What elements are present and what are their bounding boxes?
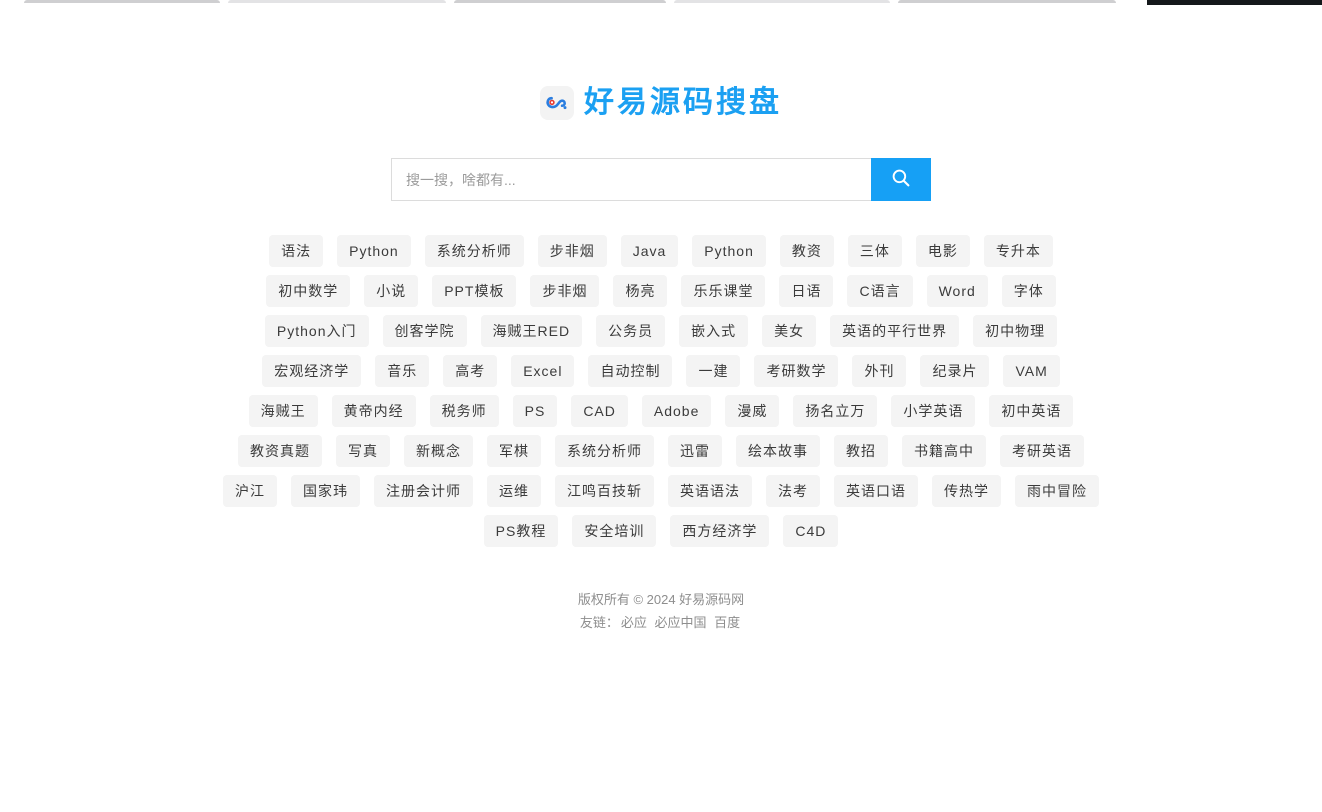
tag-row: PS教程 安全培训 西方经济学 C4D: [483, 515, 839, 547]
search-button[interactable]: [871, 158, 931, 201]
hot-keyword-tag[interactable]: 外刊: [852, 355, 907, 387]
tag-row: 宏观经济学 音乐 高考 Excel 自动控制 一建 考研数学 外刊 纪录片 VAM: [262, 355, 1060, 387]
hot-keyword-tag[interactable]: 小学英语: [891, 395, 976, 427]
hot-keyword-tag[interactable]: 公务员: [596, 315, 666, 347]
baidu-cloud-paw-icon: [540, 86, 574, 120]
hot-keyword-tag[interactable]: VAM: [1003, 355, 1060, 387]
hot-keyword-tag[interactable]: 海贼王RED: [480, 315, 583, 347]
hot-keyword-tag[interactable]: Word: [926, 275, 988, 307]
copyright-text: 版权所有 © 2024 好易源码网: [577, 592, 745, 607]
hot-keyword-tag[interactable]: 黄帝内经: [331, 395, 416, 427]
hot-keyword-tag[interactable]: 西方经济学: [670, 515, 770, 547]
tag-row: 初中数学 小说 PPT模板 步非烟 杨亮 乐乐课堂 日语 C语言 Word 字体: [266, 275, 1056, 307]
hot-keyword-tag[interactable]: 税务师: [429, 395, 499, 427]
hot-keyword-tag[interactable]: 专升本: [983, 235, 1053, 267]
hot-keyword-tag[interactable]: PS教程: [483, 515, 559, 547]
hot-keyword-tag[interactable]: 沪江: [223, 475, 277, 507]
hot-keyword-tag[interactable]: 国家玮: [291, 475, 360, 507]
hot-keyword-tag[interactable]: C4D: [783, 515, 839, 547]
hot-keyword-tag[interactable]: 英语语法: [668, 475, 752, 507]
hot-keyword-tag[interactable]: Java: [620, 235, 679, 267]
tag-row: Python入门 创客学院 海贼王RED 公务员 嵌入式 美女 英语的平行世界 初中物理: [264, 315, 1058, 347]
search-icon: [890, 167, 912, 192]
hot-keyword-tag[interactable]: PPT模板: [432, 275, 517, 307]
hot-keyword-tag[interactable]: 运维: [487, 475, 541, 507]
hot-keyword-tag[interactable]: 初中物理: [973, 315, 1058, 347]
hot-keyword-tag[interactable]: Excel: [511, 355, 575, 387]
hot-keyword-tag[interactable]: 自动控制: [588, 355, 673, 387]
hot-keyword-tag[interactable]: Python入门: [264, 315, 369, 347]
hot-keyword-tag[interactable]: 法考: [766, 475, 820, 507]
tag-row: 教资真题 写真 新概念 军棋 系统分析师 迅雷 绘本故事 教招 书籍高中 考研英语: [238, 435, 1084, 467]
hot-keyword-tag[interactable]: 初中英语: [989, 395, 1074, 427]
search-bar: [391, 158, 931, 201]
friend-links-label: 友链：: [579, 615, 619, 630]
hot-keyword-tag[interactable]: 美女: [762, 315, 817, 347]
hot-keyword-tag[interactable]: Adobe: [641, 395, 712, 427]
hot-keyword-tag[interactable]: 教资真题: [238, 435, 322, 467]
hot-keyword-tag[interactable]: 安全培训: [572, 515, 657, 547]
hot-keyword-tag[interactable]: 创客学院: [382, 315, 467, 347]
hot-keyword-tag[interactable]: 传热学: [932, 475, 1001, 507]
search-input[interactable]: [391, 158, 871, 201]
hot-keyword-tag[interactable]: 系统分析师: [424, 235, 524, 267]
hot-keyword-tag[interactable]: 书籍高中: [902, 435, 986, 467]
friend-link[interactable]: 百度: [714, 615, 740, 630]
brand-header: 好易源码搜盘: [540, 86, 782, 120]
hot-keyword-tag[interactable]: 英语的平行世界: [830, 315, 960, 347]
hot-keyword-tag[interactable]: 日语: [779, 275, 834, 307]
tag-row: 沪江 国家玮 注册会计师 运维 江鸣百技斩 英语语法 法考 英语口语 传热学 雨中冒险: [223, 475, 1099, 507]
hot-keyword-tag[interactable]: 注册会计师: [374, 475, 473, 507]
hot-keyword-cloud: 语法 Python 系统分析师 步非烟 Java Python 教资 三体 电影 专升本 初中数学小…: [223, 235, 1099, 547]
hot-keyword-tag[interactable]: 英语口语: [834, 475, 918, 507]
hot-keyword-tag[interactable]: 电影: [915, 235, 970, 267]
hot-keyword-tag[interactable]: 音乐: [375, 355, 430, 387]
hot-keyword-tag[interactable]: 嵌入式: [679, 315, 749, 347]
footer: 版权所有 © 2024 好易源码网 友链： 必应 必应中国 百度: [578, 589, 744, 633]
hot-keyword-tag[interactable]: 雨中冒险: [1015, 475, 1099, 507]
hot-keyword-tag[interactable]: 漫威: [725, 395, 780, 427]
hot-keyword-tag[interactable]: Python: [337, 235, 411, 267]
hot-keyword-tag[interactable]: Python: [692, 235, 766, 267]
hot-keyword-tag[interactable]: 步非烟: [530, 275, 600, 307]
page-title: 好易源码搜盘: [584, 86, 782, 119]
hot-keyword-tag[interactable]: 高考: [443, 355, 498, 387]
hot-keyword-tag[interactable]: 海贼王: [248, 395, 318, 427]
hot-keyword-tag[interactable]: PS: [512, 395, 558, 427]
hot-keyword-tag[interactable]: 教资: [779, 235, 834, 267]
hot-keyword-tag[interactable]: 绘本故事: [736, 435, 820, 467]
hot-keyword-tag[interactable]: 字体: [1001, 275, 1056, 307]
friend-link[interactable]: 必应: [621, 615, 647, 630]
page-root: 好易源码搜盘 语法Python系统分析师步非烟JavaPython教资三体电影专…: [0, 0, 1322, 812]
hot-keyword-tag[interactable]: 初中数学: [266, 275, 351, 307]
hot-keyword-tag[interactable]: 三体: [847, 235, 902, 267]
hot-keyword-tag[interactable]: 语法: [269, 235, 324, 267]
hot-keyword-tag[interactable]: 纪录片: [920, 355, 990, 387]
hot-keyword-tag[interactable]: 教招: [834, 435, 888, 467]
hot-keyword-tag[interactable]: 小说: [364, 275, 419, 307]
hot-keyword-tag[interactable]: 扬名立万: [793, 395, 878, 427]
hot-keyword-tag[interactable]: CAD: [571, 395, 628, 427]
hot-keyword-tag[interactable]: 步非烟: [537, 235, 607, 267]
hot-keyword-tag[interactable]: 系统分析师: [555, 435, 654, 467]
hot-keyword-tag[interactable]: C语言: [847, 275, 913, 307]
hot-keyword-tag[interactable]: 乐乐课堂: [681, 275, 766, 307]
hot-keyword-tag[interactable]: 江鸣百技斩: [555, 475, 654, 507]
hot-keyword-tag[interactable]: 军棋: [487, 435, 541, 467]
tag-row: 语法 Python 系统分析师 步非烟 Java Python 教资 三体 电影 专升本: [269, 235, 1053, 267]
hot-keyword-tag[interactable]: 考研数学: [754, 355, 839, 387]
hot-keyword-tag[interactable]: 新概念: [404, 435, 473, 467]
hot-keyword-tag[interactable]: 一建: [686, 355, 741, 387]
hot-keyword-tag[interactable]: 迅雷: [668, 435, 722, 467]
hot-keyword-tag[interactable]: 写真: [336, 435, 390, 467]
friend-links: 友链： 必应 必应中国 百度: [578, 612, 744, 633]
hot-keyword-tag[interactable]: 宏观经济学: [262, 355, 362, 387]
hot-keyword-tag[interactable]: 杨亮: [613, 275, 668, 307]
hot-keyword-tag[interactable]: 考研英语: [1000, 435, 1084, 467]
tag-row: 海贼王 黄帝内经 税务师 PS CAD Adobe 漫威 扬名立万 小学英语 初中英语: [248, 395, 1074, 427]
friend-link[interactable]: 必应中国: [655, 615, 707, 630]
